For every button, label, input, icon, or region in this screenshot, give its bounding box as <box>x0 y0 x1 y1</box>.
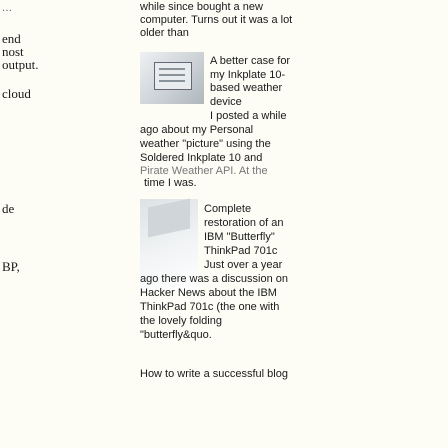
post-line: Hacker News about the IBM <box>140 287 277 299</box>
post-title-line[interactable]: my Inkplate 10- <box>210 69 285 82</box>
post-title-line[interactable]: restoration of an <box>204 217 284 230</box>
post-line: older than <box>140 27 189 39</box>
post-thumbnail[interactable] <box>140 52 204 104</box>
left-snippet-top: … <box>2 3 12 14</box>
post-title-line[interactable]: based weather <box>210 82 282 95</box>
post-title-line[interactable]: A better case for <box>210 55 290 68</box>
post-line: ThinkPad 701c (the one with <box>140 301 280 313</box>
left-line: de <box>2 201 15 216</box>
post-line: ago about my Personal <box>140 124 254 136</box>
post-title-line[interactable]: ThinkPad 701c <box>204 245 277 258</box>
post-title-line[interactable]: How to write a successful blog <box>140 368 288 381</box>
left-line: BP, <box>2 259 20 274</box>
post-line: Just over a year <box>204 259 283 271</box>
left-line: cloud <box>2 86 31 101</box>
left-column: … end nost output. cloud de BP, <box>0 0 96 448</box>
laptop-image <box>148 198 190 238</box>
post-title-line[interactable]: device <box>210 96 242 109</box>
post-list: while since bought a new computer. Turns… <box>140 0 445 448</box>
post-line: weather "picture" using the <box>140 138 271 150</box>
post-line: I posted a while <box>210 110 287 122</box>
post-line: "butterfly&quo. <box>140 329 212 341</box>
post-line: ago there was a discussion on <box>140 273 288 285</box>
post-line: computer. Turns out it was a lot <box>140 14 293 26</box>
post-line: the lovely folding <box>140 315 222 327</box>
post-line: while since bought a new <box>140 1 263 13</box>
left-line: output. <box>2 57 39 72</box>
post-line: Soldered Inkplate 10 and <box>140 152 263 164</box>
post-title-line[interactable]: IBM "Butterfly" <box>204 231 275 244</box>
post-title-line[interactable]: Complete <box>204 203 251 216</box>
post-line: time I was. <box>144 177 197 189</box>
device-image <box>154 62 192 90</box>
